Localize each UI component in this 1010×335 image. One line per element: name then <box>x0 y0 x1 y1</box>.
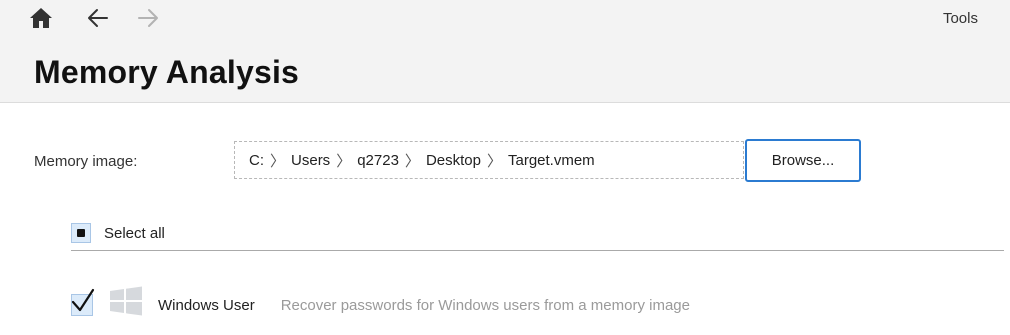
path-separator: 〉 <box>486 152 502 170</box>
module-row-windows-user[interactable]: Windows User Recover passwords for Windo… <box>71 284 690 318</box>
path-segment-users: Users <box>291 151 331 169</box>
page-title: Memory Analysis <box>34 54 300 90</box>
path-segment-user: q2723 <box>357 151 399 169</box>
windows-logo-icon <box>110 286 142 316</box>
path-segment-file: Target.vmem <box>507 151 595 169</box>
checkbox-indeterminate[interactable] <box>71 223 91 243</box>
browse-button[interactable]: Browse... <box>745 139 861 182</box>
path-separator: 〉 <box>404 152 420 170</box>
checkmark-icon <box>71 288 95 312</box>
module-description: Recover passwords for Windows users from… <box>280 296 690 314</box>
forward-button[interactable] <box>133 4 163 32</box>
arrow-left-icon <box>88 9 108 27</box>
memory-image-path-field[interactable]: C: 〉 Users 〉 q2723 〉 Desktop 〉 Target.vm… <box>234 141 744 179</box>
home-icon <box>30 8 52 28</box>
memory-image-label: Memory image: <box>34 153 138 170</box>
module-name: Windows User <box>158 296 255 314</box>
divider <box>71 250 1004 251</box>
path-segment-drive: C: <box>249 151 264 169</box>
indeterminate-mark-icon <box>77 229 85 237</box>
header-bar: Tools Memory Analysis <box>0 0 1010 103</box>
select-all-label: Select all <box>104 224 165 242</box>
path-separator: 〉 <box>270 152 286 170</box>
back-button[interactable] <box>83 4 113 32</box>
arrow-right-icon <box>138 9 158 27</box>
select-all-checkbox[interactable]: Select all <box>71 223 165 243</box>
tools-menu[interactable]: Tools <box>943 10 978 27</box>
home-button[interactable] <box>26 4 56 32</box>
path-separator: 〉 <box>336 152 352 170</box>
path-segment-desktop: Desktop <box>425 151 481 169</box>
module-checkbox-windows-user[interactable] <box>71 288 95 316</box>
